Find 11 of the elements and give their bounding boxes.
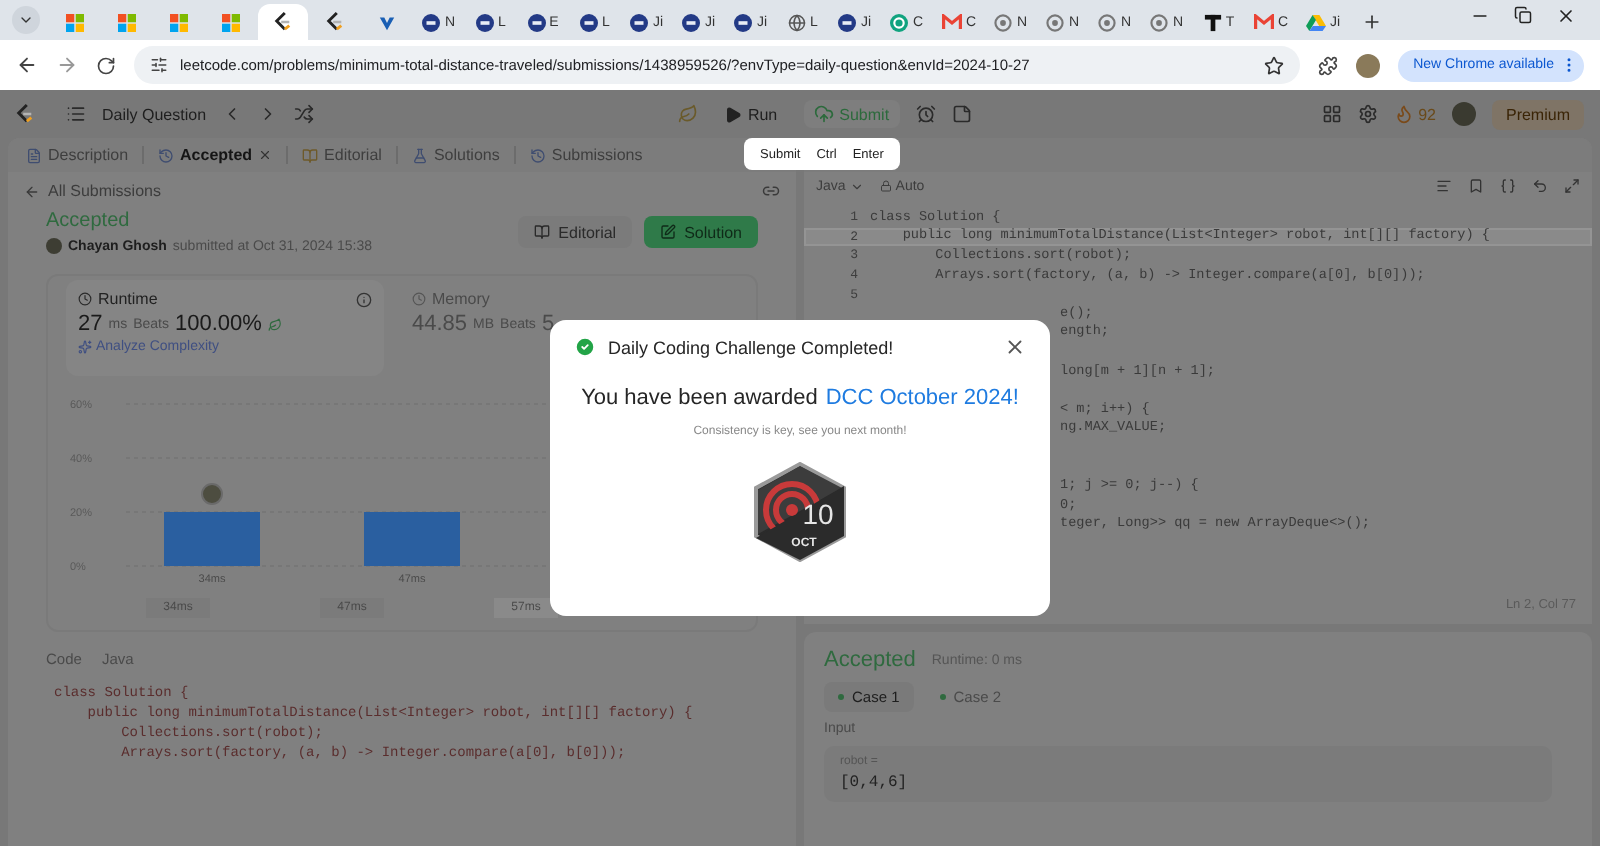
- parameter-value: [0,4,6]: [840, 774, 910, 792]
- beats-value: 100.00%: [175, 312, 262, 336]
- badge-day: 10: [802, 498, 834, 530]
- stat-value: 27: [78, 312, 103, 336]
- dialog-title: Daily Coding Challenge Completed!: [608, 337, 896, 357]
- result-status: Accepted: [824, 648, 916, 672]
- award-name: DCC October 2024!: [825, 386, 1019, 410]
- award-text: You have been awarded: [581, 386, 818, 410]
- stat-label: Runtime: [98, 290, 158, 308]
- status-text: Accepted: [46, 210, 132, 232]
- streak-count: 92: [1418, 105, 1436, 123]
